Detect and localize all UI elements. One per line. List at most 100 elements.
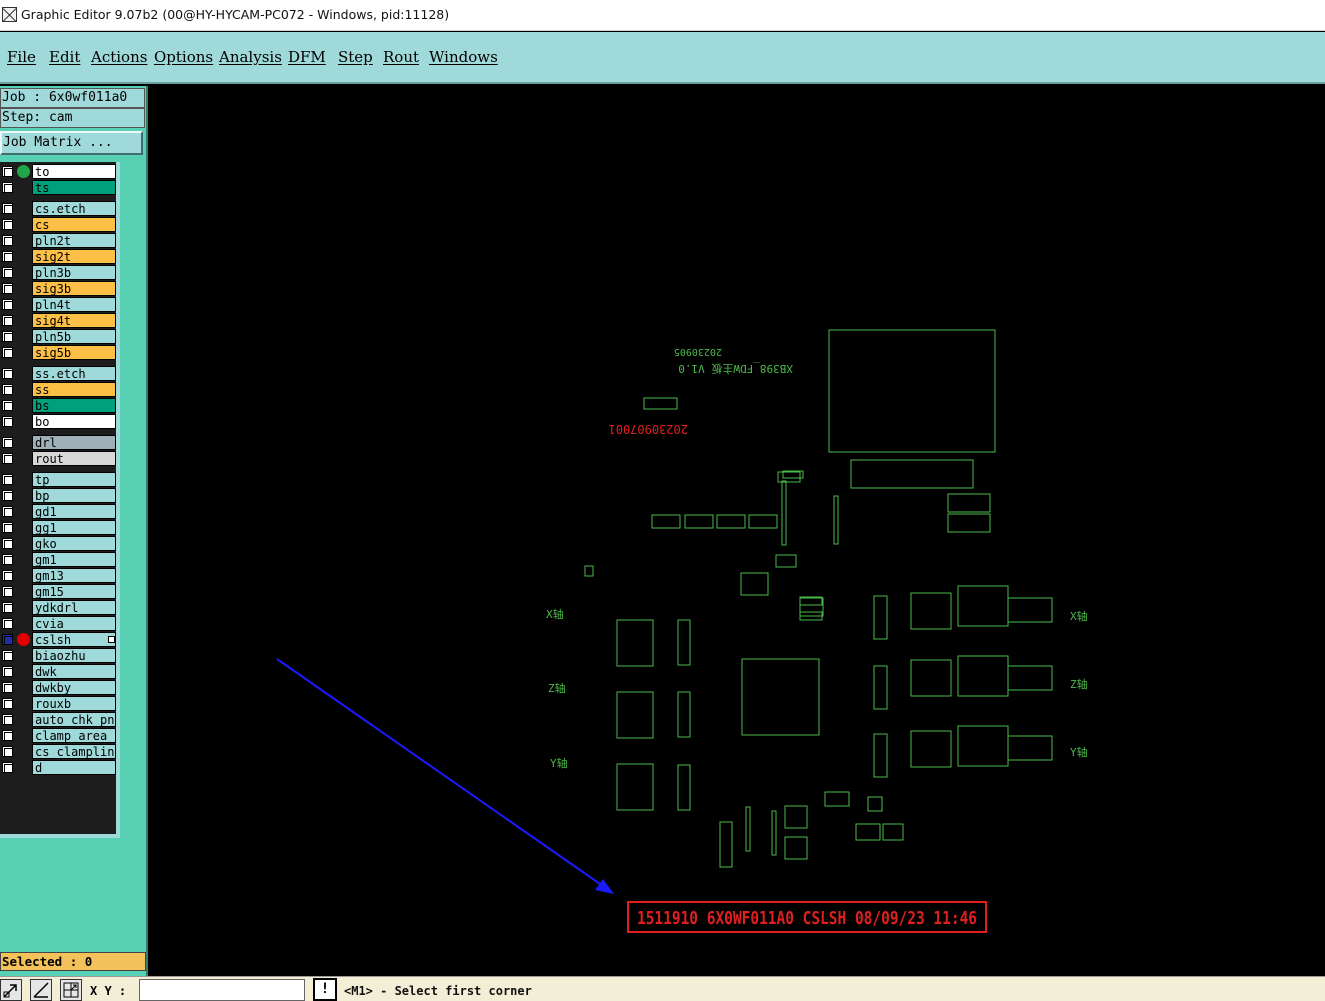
layer-name[interactable]: sig2t <box>32 249 116 264</box>
layer-checkbox[interactable] <box>2 570 13 581</box>
menu-analysis[interactable]: Analysis <box>219 48 282 66</box>
layer-checkbox[interactable] <box>2 400 13 411</box>
layer-name[interactable]: gko <box>32 536 116 551</box>
layer-row-gd1[interactable]: gd1 <box>0 504 116 519</box>
layer-checkbox[interactable] <box>2 714 13 725</box>
layer-row-cs-clampline[interactable]: cs_clampline <box>0 744 116 759</box>
zoom-box-icon[interactable] <box>0 979 22 1001</box>
layer-name[interactable]: pln3b <box>32 265 116 280</box>
layer-name[interactable]: cvia <box>32 616 116 631</box>
layer-row-to[interactable]: to <box>0 164 116 179</box>
layer-checkbox[interactable] <box>2 762 13 773</box>
layer-checkbox[interactable] <box>2 453 13 464</box>
layer-row-clamp-area[interactable]: clamp_area <box>0 728 116 743</box>
layer-row-gm15[interactable]: gm15 <box>0 584 116 599</box>
layer-row-gko[interactable]: gko <box>0 536 116 551</box>
layer-name[interactable]: clamp_area <box>32 728 116 743</box>
layer-checkbox[interactable] <box>2 416 13 427</box>
layer-name[interactable]: gg1 <box>32 520 116 535</box>
layer-row-pln2t[interactable]: pln2t <box>0 233 116 248</box>
layer-checkbox[interactable] <box>2 384 13 395</box>
layer-checkbox[interactable] <box>2 283 13 294</box>
layer-name[interactable]: d <box>32 760 116 775</box>
layer-name[interactable]: bp <box>32 488 116 503</box>
menu-file[interactable]: File <box>7 48 36 66</box>
layer-name[interactable]: sig5b <box>32 345 116 360</box>
layer-row-sig4t[interactable]: sig4t <box>0 313 116 328</box>
layer-row-d[interactable]: d <box>0 760 116 775</box>
layer-name[interactable]: gm1 <box>32 552 116 567</box>
layer-checkbox[interactable] <box>2 166 13 177</box>
layer-name[interactable]: tp <box>32 472 116 487</box>
layer-row-sig2t[interactable]: sig2t <box>0 249 116 264</box>
layer-row-gm13[interactable]: gm13 <box>0 568 116 583</box>
layer-checkbox[interactable] <box>2 618 13 629</box>
layer-checkbox[interactable] <box>2 474 13 485</box>
job-matrix-button[interactable]: Job Matrix ... <box>0 131 143 155</box>
layer-checkbox[interactable] <box>2 235 13 246</box>
layer-checkbox[interactable] <box>2 730 13 741</box>
layer-row-ss-etch[interactable]: ss.etch <box>0 366 116 381</box>
layer-checkbox[interactable] <box>2 634 13 645</box>
layer-row-pln3b[interactable]: pln3b <box>0 265 116 280</box>
layer-row-biaozhu[interactable]: biaozhu <box>0 648 116 663</box>
layer-checkbox[interactable] <box>2 490 13 501</box>
layer-row-dwk[interactable]: dwk <box>0 664 116 679</box>
layer-name[interactable]: cs_clampline <box>32 744 116 759</box>
layer-name[interactable]: pln4t <box>32 297 116 312</box>
layer-row-rout[interactable]: rout <box>0 451 116 466</box>
layer-row-cvia[interactable]: cvia <box>0 616 116 631</box>
layer-row-drl[interactable]: drl <box>0 435 116 450</box>
layer-checkbox[interactable] <box>2 506 13 517</box>
layer-checkbox[interactable] <box>2 299 13 310</box>
layer-checkbox[interactable] <box>2 602 13 613</box>
layer-row-auto-chk-pnl[interactable]: auto_chk_pnl <box>0 712 116 727</box>
snap-grid-icon[interactable] <box>60 979 82 1001</box>
graphic-canvas[interactable]: XB398_FDW主板 V1.0 20230905 X轴 Z轴 Y轴 X轴 Z轴… <box>148 86 1325 976</box>
layer-row-dwkby[interactable]: dwkby <box>0 680 116 695</box>
layer-checkbox[interactable] <box>2 267 13 278</box>
layer-name[interactable]: biaozhu <box>32 648 116 663</box>
layer-checkbox[interactable] <box>2 650 13 661</box>
layer-row-ydkdrl[interactable]: ydkdrl <box>0 600 116 615</box>
layer-checkbox[interactable] <box>2 347 13 358</box>
layer-row-ss[interactable]: ss <box>0 382 116 397</box>
layer-name[interactable]: ydkdrl <box>32 600 116 615</box>
menu-step[interactable]: Step <box>338 48 373 66</box>
layer-checkbox[interactable] <box>2 586 13 597</box>
layer-name[interactable]: ss.etch <box>32 366 116 381</box>
layer-row-cs[interactable]: cs <box>0 217 116 232</box>
layer-row-bp[interactable]: bp <box>0 488 116 503</box>
menu-dfm[interactable]: DFM <box>288 48 326 66</box>
layer-checkbox[interactable] <box>2 538 13 549</box>
layer-name[interactable]: pln2t <box>32 233 116 248</box>
layer-name[interactable]: sig3b <box>32 281 116 296</box>
layer-checkbox[interactable] <box>2 522 13 533</box>
layer-row-cs-etch[interactable]: cs.etch <box>0 201 116 216</box>
menu-rout[interactable]: Rout <box>383 48 419 66</box>
layer-name[interactable]: ss <box>32 382 116 397</box>
layer-checkbox[interactable] <box>2 746 13 757</box>
layer-name[interactable]: rouxb <box>32 696 116 711</box>
menu-edit[interactable]: Edit <box>49 48 80 66</box>
layer-checkbox[interactable] <box>2 331 13 342</box>
layer-name[interactable]: ts <box>32 180 116 195</box>
xy-input[interactable] <box>139 979 305 1001</box>
layer-row-bo[interactable]: bo <box>0 414 116 429</box>
layer-name[interactable]: bo <box>32 414 116 429</box>
menu-windows[interactable]: Windows <box>429 48 498 66</box>
layer-name[interactable]: auto_chk_pnl <box>32 712 116 727</box>
layer-name[interactable]: cslsh <box>32 632 116 647</box>
layer-name[interactable]: cs <box>32 217 116 232</box>
layer-name[interactable]: rout <box>32 451 116 466</box>
layer-name[interactable]: gm13 <box>32 568 116 583</box>
layer-row-ts[interactable]: ts <box>0 180 116 195</box>
layer-name[interactable]: gm15 <box>32 584 116 599</box>
layer-checkbox[interactable] <box>2 315 13 326</box>
layer-row-bs[interactable]: bs <box>0 398 116 413</box>
layer-expand-icon[interactable] <box>108 636 115 643</box>
layer-checkbox[interactable] <box>2 437 13 448</box>
layer-checkbox[interactable] <box>2 682 13 693</box>
layer-name[interactable]: drl <box>32 435 116 450</box>
layer-checkbox[interactable] <box>2 554 13 565</box>
